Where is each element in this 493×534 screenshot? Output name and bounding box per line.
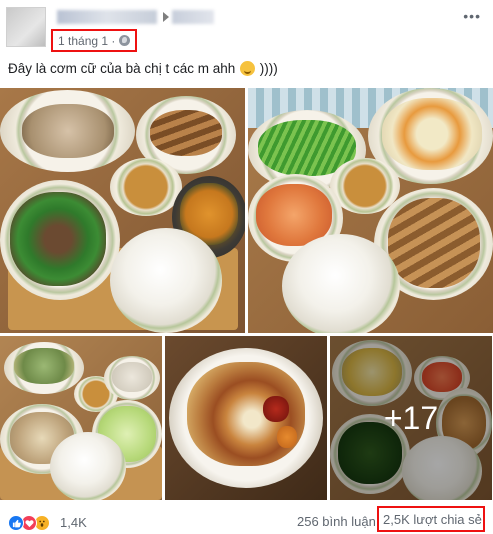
more-photos-overlay[interactable]: +17 [330, 336, 492, 500]
post-timestamp[interactable]: 1 tháng 1 · [51, 29, 137, 52]
meal-photo-3[interactable] [0, 336, 162, 500]
author-avatar[interactable] [6, 7, 46, 47]
caption-text: Đây là cơm cữ của bà chị t các m ahh [8, 61, 236, 76]
timestamp-text: 1 tháng 1 · [58, 33, 116, 48]
more-options-button[interactable]: ••• [463, 8, 481, 24]
post-header: ••• 1 tháng 1 · [0, 0, 493, 60]
globe-icon [119, 35, 131, 46]
share-count-text: 2,5K lượt chia sẻ [383, 511, 482, 527]
comment-count[interactable]: 256 bình luận [297, 514, 376, 529]
post-caption: Đây là cơm cữ của bà chị t các m ahh )))… [8, 61, 278, 76]
meal-photo-2[interactable] [248, 88, 493, 333]
group-name[interactable] [172, 10, 214, 24]
meal-photo-1[interactable] [0, 88, 245, 333]
arrow-right-icon [163, 12, 169, 22]
like-icon[interactable] [8, 515, 24, 531]
meal-photo-4[interactable] [165, 336, 327, 500]
smile-emoji-icon [240, 61, 255, 76]
author-name[interactable] [57, 10, 157, 24]
share-count[interactable]: 2,5K lượt chia sẻ [377, 506, 485, 532]
more-photos-count: +17 [383, 399, 439, 436]
caption-tail: )))) [259, 61, 278, 76]
post-footer: 1,4K 256 bình luận 2,5K lượt chia sẻ [0, 505, 493, 534]
reaction-count[interactable]: 1,4K [60, 515, 87, 530]
